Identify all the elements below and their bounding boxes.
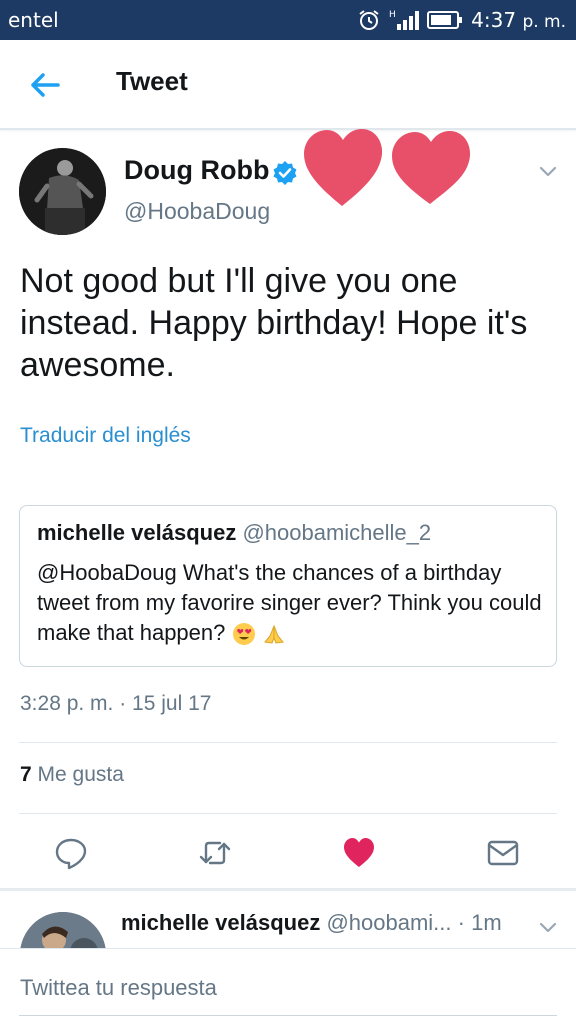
likes-label: Me gusta bbox=[37, 763, 124, 786]
translate-link[interactable]: Traducir del inglés bbox=[20, 424, 191, 448]
tweet-actions bbox=[0, 836, 576, 870]
signal-icon: H bbox=[389, 10, 420, 30]
quoted-tweet-text: @HoobaDoug What's the chances of a birth… bbox=[37, 560, 542, 645]
clock-time: 4:37 bbox=[471, 8, 517, 32]
author-name[interactable]: Doug Robb bbox=[124, 155, 269, 186]
section-separator bbox=[0, 888, 576, 891]
page-title: Tweet bbox=[116, 66, 188, 96]
arrow-left-icon[interactable] bbox=[26, 68, 66, 102]
heart-icon[interactable] bbox=[342, 836, 376, 870]
reply-input-underline bbox=[19, 1015, 557, 1016]
app-bar: Tweet bbox=[0, 40, 576, 130]
tweet-text: Not good but I'll give you one instead. … bbox=[20, 262, 528, 384]
alarm-icon bbox=[359, 10, 379, 30]
carrier-label: entel bbox=[8, 8, 59, 32]
heart-sticker-left bbox=[304, 129, 383, 206]
reply-author-name: michelle velásquez bbox=[121, 910, 321, 935]
clock: 4:37 p. m. bbox=[471, 8, 566, 32]
quoted-author-handle: @hoobamichelle_2 bbox=[242, 520, 432, 545]
author-handle[interactable]: @HoobaDoug bbox=[124, 198, 270, 225]
author-avatar[interactable] bbox=[19, 148, 106, 235]
divider bbox=[19, 813, 557, 814]
praying-hands-emoji-icon bbox=[263, 624, 284, 644]
heart-sticker-right bbox=[392, 131, 471, 204]
heart-eyes-emoji-icon bbox=[232, 623, 255, 646]
likes-count: 7 bbox=[20, 763, 32, 786]
battery-icon bbox=[427, 11, 463, 29]
quoted-author-name: michelle velásquez bbox=[37, 520, 237, 545]
likes-stat[interactable]: 7 Me gusta bbox=[20, 763, 124, 787]
quoted-tweet[interactable]: michelle velásquez @hoobamichelle_2 @Hoo… bbox=[19, 505, 557, 667]
quoted-tweet-text-block: @HoobaDoug What's the chances of a birth… bbox=[37, 558, 547, 648]
tweet-timestamp: 3:28 p. m. · 15 jul 17 bbox=[20, 692, 212, 715]
status-bar: entel H 4:37 p. m. bbox=[0, 0, 576, 40]
reply-input-placeholder[interactable]: Twittea tu respuesta bbox=[20, 975, 217, 1001]
reply-age: · 1m bbox=[457, 910, 502, 935]
reply-header[interactable]: michelle velásquez @hoobami... · 1m bbox=[121, 910, 531, 936]
chevron-down-icon[interactable] bbox=[538, 164, 558, 178]
reply-composer[interactable]: Twittea tu respuesta bbox=[0, 948, 576, 1024]
quoted-tweet-header: michelle velásquez @hoobamichelle_2 bbox=[37, 520, 431, 546]
status-right: H 4:37 p. m. bbox=[357, 6, 566, 34]
verified-badge-icon bbox=[273, 161, 297, 185]
clock-ampm: p. m. bbox=[522, 12, 566, 32]
chevron-down-icon[interactable] bbox=[538, 920, 558, 934]
reply-author-handle: @hoobami... bbox=[326, 910, 452, 935]
avatar-photo bbox=[19, 148, 106, 235]
hearts-sticker bbox=[304, 129, 471, 206]
envelope-icon[interactable] bbox=[486, 836, 520, 870]
divider bbox=[19, 742, 557, 743]
reply-icon[interactable] bbox=[54, 836, 88, 870]
network-type: H bbox=[389, 10, 396, 20]
retweet-icon[interactable] bbox=[198, 836, 232, 870]
